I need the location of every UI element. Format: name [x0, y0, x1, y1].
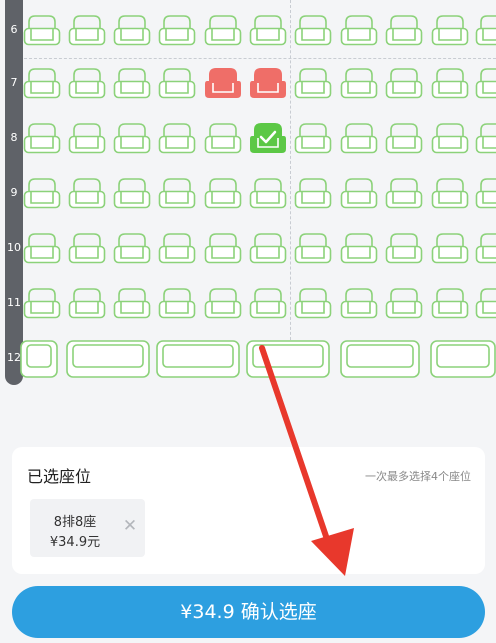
- available-seat[interactable]: [384, 63, 424, 103]
- available-seat[interactable]: [67, 283, 107, 323]
- available-seat[interactable]: [293, 10, 333, 50]
- available-seat[interactable]: [474, 63, 496, 103]
- row-number-7: 7: [10, 76, 18, 89]
- available-seat[interactable]: [22, 118, 62, 158]
- available-seat[interactable]: [384, 10, 424, 50]
- available-seat[interactable]: [67, 228, 107, 268]
- available-seat[interactable]: [203, 173, 243, 213]
- available-seat[interactable]: [112, 228, 152, 268]
- available-seat[interactable]: [203, 10, 243, 50]
- available-seat[interactable]: [22, 63, 62, 103]
- seat-map: 6 7 8 9 10 11 12: [0, 0, 496, 400]
- row-number-10: 10: [7, 241, 21, 254]
- available-seat[interactable]: [22, 228, 62, 268]
- available-seat[interactable]: [339, 63, 379, 103]
- available-seat[interactable]: [157, 173, 197, 213]
- seat-limit-hint: 一次最多选择4个座位: [365, 470, 471, 483]
- couple-seat[interactable]: [20, 340, 58, 378]
- row-number-6: 6: [10, 23, 18, 36]
- panel-title: 已选座位: [27, 467, 92, 486]
- available-seat[interactable]: [384, 283, 424, 323]
- available-seat[interactable]: [293, 283, 333, 323]
- available-seat[interactable]: [67, 63, 107, 103]
- couple-seat[interactable]: [246, 340, 330, 378]
- available-seat[interactable]: [67, 173, 107, 213]
- available-seat[interactable]: [384, 173, 424, 213]
- couple-seat[interactable]: [430, 340, 496, 378]
- selected-seats-panel: 已选座位 一次最多选择4个座位 8排8座 ¥34.9元 ✕: [12, 447, 485, 574]
- available-seat[interactable]: [430, 10, 470, 50]
- available-seat[interactable]: [157, 118, 197, 158]
- row-number-9: 9: [10, 186, 18, 199]
- selected-seat-chip[interactable]: 8排8座 ¥34.9元 ✕: [30, 499, 145, 557]
- available-seat[interactable]: [203, 283, 243, 323]
- available-seat[interactable]: [157, 283, 197, 323]
- sold-seat: [203, 63, 243, 103]
- available-seat[interactable]: [293, 173, 333, 213]
- available-seat[interactable]: [203, 228, 243, 268]
- sold-seat: [248, 63, 288, 103]
- available-seat[interactable]: [112, 10, 152, 50]
- available-seat[interactable]: [67, 118, 107, 158]
- available-seat[interactable]: [112, 118, 152, 158]
- available-seat[interactable]: [339, 173, 379, 213]
- available-seat[interactable]: [157, 63, 197, 103]
- available-seat[interactable]: [67, 10, 107, 50]
- available-seat[interactable]: [430, 283, 470, 323]
- available-seat[interactable]: [248, 228, 288, 268]
- available-seat[interactable]: [112, 173, 152, 213]
- available-seat[interactable]: [112, 283, 152, 323]
- available-seat[interactable]: [339, 118, 379, 158]
- available-seat[interactable]: [22, 10, 62, 50]
- couple-seat[interactable]: [340, 340, 420, 378]
- available-seat[interactable]: [112, 63, 152, 103]
- available-seat[interactable]: [430, 228, 470, 268]
- available-seat[interactable]: [474, 118, 496, 158]
- available-seat[interactable]: [430, 118, 470, 158]
- available-seat[interactable]: [22, 173, 62, 213]
- available-seat[interactable]: [339, 228, 379, 268]
- available-seat[interactable]: [203, 118, 243, 158]
- confirm-seat-button[interactable]: ¥34.9 确认选座: [12, 586, 485, 638]
- selected-seat[interactable]: [248, 118, 288, 158]
- couple-seat[interactable]: [156, 340, 240, 378]
- available-seat[interactable]: [248, 283, 288, 323]
- close-icon[interactable]: ✕: [121, 517, 139, 535]
- available-seat[interactable]: [474, 228, 496, 268]
- available-seat[interactable]: [384, 228, 424, 268]
- row-number-8: 8: [10, 131, 18, 144]
- available-seat[interactable]: [293, 118, 333, 158]
- available-seat[interactable]: [22, 283, 62, 323]
- available-seat[interactable]: [474, 173, 496, 213]
- ticket-price: ¥34.9元: [49, 535, 101, 550]
- ticket-seat-label: 8排8座: [53, 515, 97, 530]
- available-seat[interactable]: [293, 228, 333, 268]
- available-seat[interactable]: [293, 63, 333, 103]
- available-seat[interactable]: [384, 118, 424, 158]
- available-seat[interactable]: [248, 10, 288, 50]
- available-seat[interactable]: [339, 10, 379, 50]
- available-seat[interactable]: [474, 10, 496, 50]
- available-seat[interactable]: [430, 63, 470, 103]
- available-seat[interactable]: [430, 173, 470, 213]
- divider-line: [24, 58, 496, 59]
- center-line: [290, 0, 291, 350]
- available-seat[interactable]: [248, 173, 288, 213]
- available-seat[interactable]: [474, 283, 496, 323]
- row-number-11: 11: [7, 296, 21, 309]
- couple-seat[interactable]: [66, 340, 150, 378]
- available-seat[interactable]: [157, 10, 197, 50]
- available-seat[interactable]: [339, 283, 379, 323]
- available-seat[interactable]: [157, 228, 197, 268]
